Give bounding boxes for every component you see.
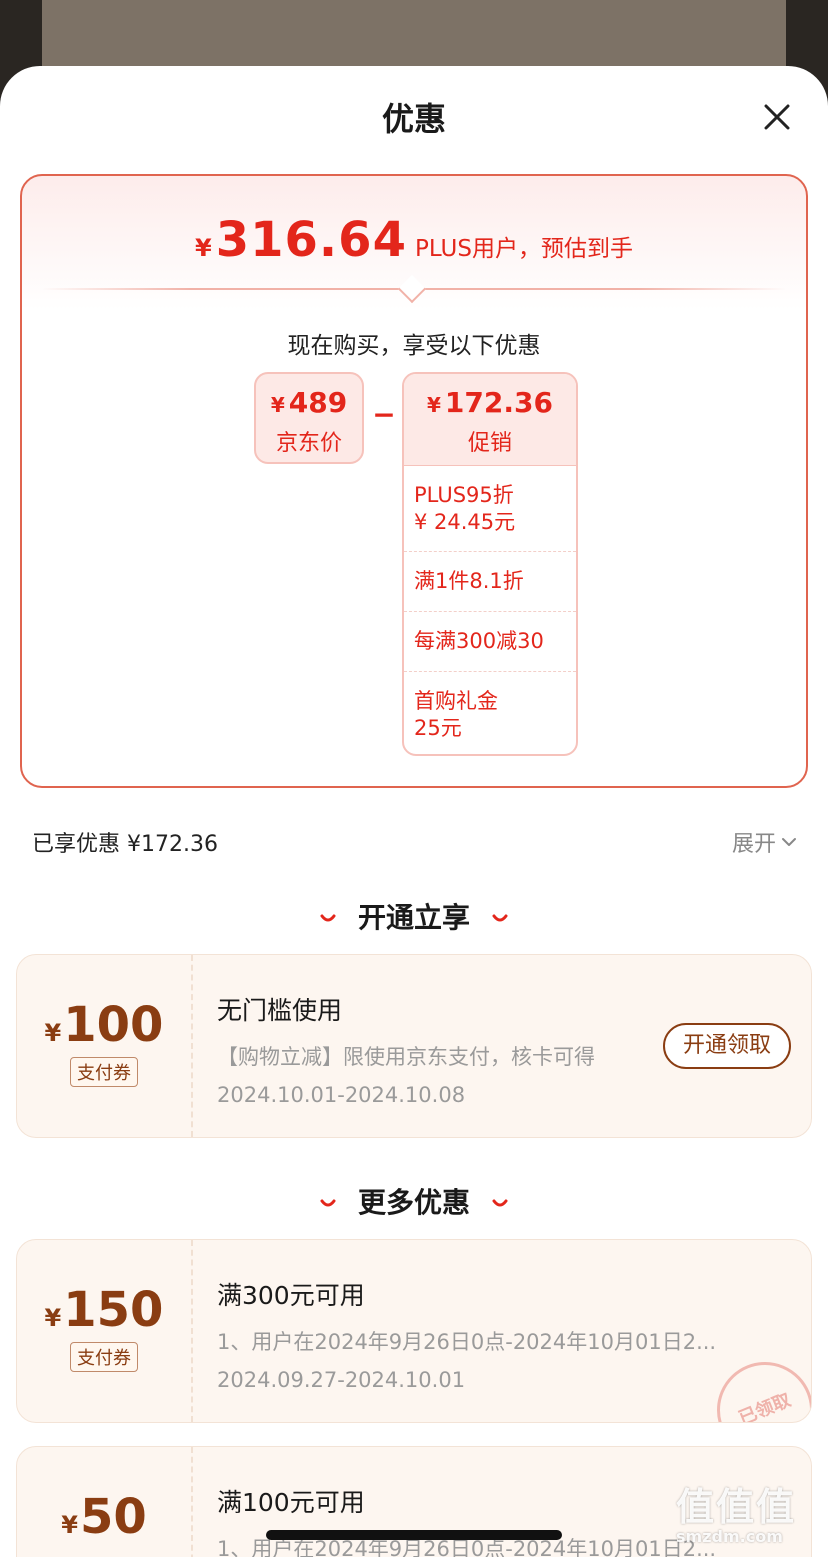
coupon-title: 满300元可用	[217, 1281, 365, 1310]
section-title-more: 更多优惠	[0, 1181, 828, 1221]
section-title-text: 开通立享	[357, 901, 470, 934]
promotion-item-first-purchase: 首购礼金 25元	[404, 672, 576, 754]
watermark-url: smzdm.com	[676, 1527, 783, 1546]
promotion-item-full-reduction: 每满300减30	[404, 612, 576, 672]
discount-sheet: 优惠 ¥316.64 PLUS用户，预估到手 现在购买，享受以下优惠 ¥489 京…	[0, 66, 828, 1557]
close-icon	[764, 104, 790, 130]
smile-decoration-icon	[320, 914, 336, 922]
smile-decoration-icon	[492, 914, 508, 922]
promotion-item-line: 25元	[414, 716, 462, 740]
coupon-currency: ¥	[44, 1304, 62, 1332]
price-currency: ¥	[195, 234, 212, 262]
promotion-item-plus: PLUS95折 ¥ 24.45元	[404, 466, 576, 552]
promotion-amount: 172.36	[444, 386, 553, 419]
coupon-card: ¥100 支付券 无门槛使用 【购物立减】限使用京东支付，核卡可得 2024.1…	[16, 954, 812, 1138]
expand-button[interactable]: 展开	[732, 826, 798, 858]
section-title-text: 更多优惠	[357, 1186, 470, 1219]
divider-arrow-icon	[397, 274, 427, 304]
section-title-open: 开通立享	[0, 896, 828, 936]
price-summary-card: ¥316.64 PLUS用户，预估到手 现在购买，享受以下优惠 ¥489 京东价 …	[20, 174, 808, 788]
promotion-label: 促销	[467, 431, 512, 456]
promotion-breakdown: ¥172.36 促销 PLUS95折 ¥ 24.45元 满1件8.1折 每满30…	[402, 372, 578, 756]
home-indicator[interactable]	[266, 1530, 562, 1540]
estimated-price: ¥316.64 PLUS用户，预估到手	[22, 212, 806, 268]
coupon-date: 2024.09.27-2024.10.01	[217, 1368, 466, 1392]
jd-price-currency: ¥	[270, 393, 285, 417]
coupon-value: ¥150 支付券	[17, 1240, 193, 1422]
promotion-currency: ¥	[427, 393, 441, 417]
promotion-item-line: 满1件8.1折	[414, 569, 524, 593]
expand-label: 展开	[732, 832, 777, 857]
coupon-details: 满300元可用 1、用户在2024年9月26日0点-2024年10月01日2..…	[217, 1276, 797, 1392]
watermark-text: 值值值	[676, 1485, 797, 1529]
coupon-amount: 50	[79, 1489, 147, 1545]
coupon-value: ¥100 支付券	[17, 955, 193, 1137]
minus-sign: −	[372, 398, 396, 431]
promotion-item-line: 首购礼金	[414, 689, 498, 713]
coupon-amount: 150	[63, 1282, 164, 1338]
promotion-total: ¥172.36 促销	[404, 374, 576, 466]
promotion-item-line: ¥ 24.45元	[414, 509, 516, 534]
price-amount: 316.64	[215, 212, 407, 268]
coupon-title: 无门槛使用	[217, 996, 343, 1025]
watermark-logo: 值值值 smzdm.com	[676, 1476, 826, 1552]
coupon-desc: 【购物立减】限使用京东支付，核卡可得	[217, 1045, 595, 1069]
promotion-item-discount: 满1件8.1折	[404, 552, 576, 612]
open-and-claim-button[interactable]: 开通领取	[663, 1023, 791, 1069]
coupon-currency: ¥	[61, 1511, 78, 1539]
coupon-currency: ¥	[44, 1019, 62, 1047]
jd-price-label: 京东价	[275, 431, 342, 456]
coupon-value: ¥50	[17, 1447, 193, 1557]
chevron-down-icon	[782, 838, 797, 846]
promotion-item-line: 每满300减30	[414, 629, 544, 653]
price-note: PLUS用户，预估到手	[414, 236, 633, 262]
coupon-date: 2024.10.01-2024.10.08	[217, 1083, 466, 1107]
smile-decoration-icon	[492, 1199, 508, 1207]
coupon-amount: 100	[63, 997, 164, 1053]
coupon-tag: 支付券	[70, 1342, 138, 1372]
coupon-tag: 支付券	[70, 1057, 138, 1087]
close-button[interactable]	[756, 96, 798, 138]
sheet-title: 优惠	[381, 100, 446, 138]
jd-price-amount: 489	[288, 386, 348, 419]
coupon-card[interactable]: ¥150 支付券 满300元可用 1、用户在2024年9月26日0点-2024年…	[16, 1239, 812, 1423]
enjoyed-discount-text: 已享优惠 ¥172.36	[32, 832, 218, 857]
breakdown-subheading: 现在购买，享受以下优惠	[287, 333, 541, 359]
promotion-item-line: PLUS95折	[414, 482, 514, 507]
jd-price-pill: ¥489 京东价	[254, 372, 364, 464]
smile-decoration-icon	[320, 1199, 336, 1207]
coupon-desc: 1、用户在2024年9月26日0点-2024年10月01日2...	[217, 1330, 717, 1354]
